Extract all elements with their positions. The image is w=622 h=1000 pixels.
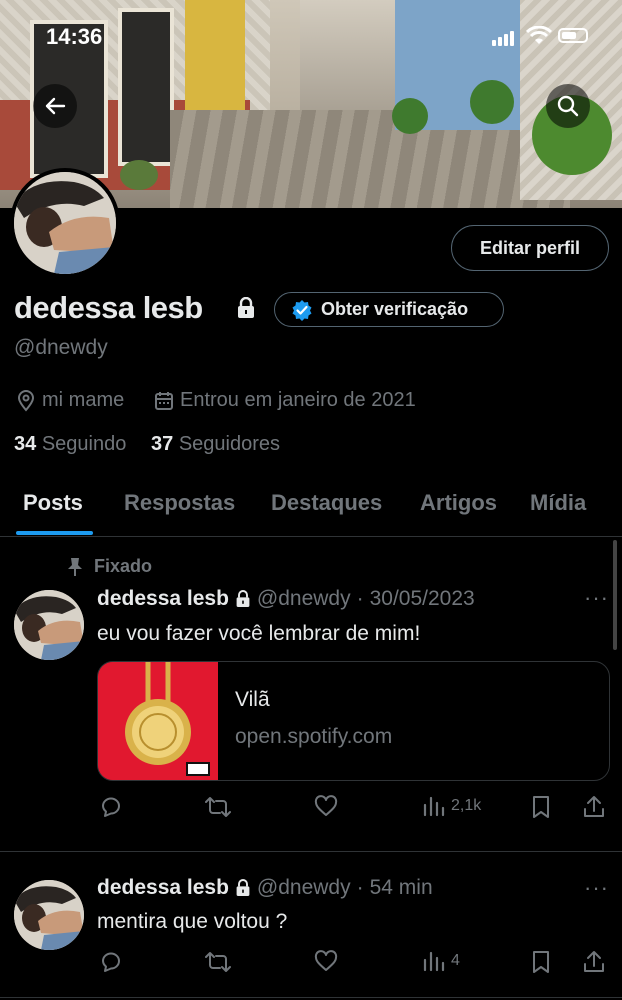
joined-text: Entrou em janeiro de 2021 xyxy=(180,389,416,411)
arrow-left-icon xyxy=(45,97,66,115)
post-separator: · xyxy=(356,876,364,899)
album-cover-image xyxy=(98,662,218,780)
wifi-icon xyxy=(526,26,552,44)
back-button[interactable] xyxy=(33,84,77,128)
tab-highlights[interactable]: Destaques xyxy=(271,490,382,516)
repost-button[interactable] xyxy=(205,950,231,974)
banner-plant xyxy=(470,80,514,124)
get-verified-button[interactable]: Obter verificação xyxy=(274,292,504,327)
post-header: dedessa lesb @dnewdy · 54 min xyxy=(97,876,433,900)
album-cover-art xyxy=(98,662,218,780)
following-label: Seguindo xyxy=(41,433,127,455)
post-handle[interactable]: @dnewdy xyxy=(257,587,351,611)
profile-avatar[interactable] xyxy=(10,168,120,278)
views-count: 2,1k xyxy=(451,797,482,814)
location-text: mi mame xyxy=(42,389,125,411)
share-icon xyxy=(584,951,604,972)
bookmark-button[interactable] xyxy=(530,795,552,819)
like-button[interactable] xyxy=(314,950,338,974)
pinned-label: Fixado xyxy=(94,556,153,576)
share-button[interactable] xyxy=(583,950,605,974)
post-header: dedessa lesb @dnewdy · 30/05/2023 xyxy=(97,587,475,611)
post-handle[interactable]: @dnewdy xyxy=(257,876,351,900)
share-button[interactable] xyxy=(583,795,605,819)
get-verified-label: Obter verificação xyxy=(321,299,469,319)
search-icon xyxy=(557,95,579,117)
status-time: 14:36 xyxy=(46,24,103,49)
profile-handle: @dnewdy xyxy=(14,336,108,359)
post-separator: · xyxy=(356,587,364,610)
post-avatar[interactable] xyxy=(14,590,84,660)
views-chart-icon xyxy=(423,951,445,972)
banner-plant xyxy=(120,160,158,190)
followers-link[interactable]: 37 Seguidores xyxy=(151,433,280,456)
avatar-photo xyxy=(14,172,116,274)
post-text: eu vou fazer você lembrar de mim! xyxy=(97,622,421,645)
post-text: mentira que voltou ? xyxy=(97,910,288,933)
post-actions: 4 xyxy=(97,950,610,980)
profile-tabs: Posts Respostas Destaques Artigos Mídia xyxy=(0,478,622,537)
avatar-photo xyxy=(14,880,84,950)
lock-icon xyxy=(236,590,250,607)
battery-icon xyxy=(558,28,588,43)
post-author[interactable]: dedessa lesb xyxy=(97,587,229,611)
bookmark-icon xyxy=(533,951,549,973)
following-count: 34 xyxy=(14,433,37,455)
pinned-indicator: Fixado xyxy=(66,556,152,577)
post-author[interactable]: dedessa lesb xyxy=(97,876,229,900)
more-options-icon[interactable]: ··· xyxy=(584,875,609,901)
pin-icon xyxy=(68,557,82,576)
repost-icon xyxy=(205,797,231,817)
heart-icon xyxy=(314,795,338,816)
post-actions: 2,1k xyxy=(97,795,610,825)
reply-button[interactable] xyxy=(99,795,123,819)
status-bar: 14:36 xyxy=(0,0,622,60)
reply-button[interactable] xyxy=(99,950,123,974)
link-card[interactable]: Vilã open.spotify.com xyxy=(97,661,610,781)
verified-badge-icon xyxy=(292,299,312,321)
post-time[interactable]: 30/05/2023 xyxy=(370,587,475,611)
tab-replies[interactable]: Respostas xyxy=(124,490,235,516)
heart-icon xyxy=(314,950,338,971)
repost-button[interactable] xyxy=(205,795,231,819)
card-title: Vilã xyxy=(235,688,270,711)
profile-joined-date: Entrou em janeiro de 2021 xyxy=(154,389,416,412)
following-link[interactable]: 34 Seguindo xyxy=(14,433,126,456)
reply-icon xyxy=(102,952,120,972)
post-avatar[interactable] xyxy=(14,880,84,950)
views-chart-icon xyxy=(423,796,445,817)
lock-icon xyxy=(238,297,254,318)
lock-icon xyxy=(236,879,250,896)
bookmark-button[interactable] xyxy=(530,950,552,974)
signal-icon xyxy=(492,28,516,46)
calendar-icon xyxy=(155,391,173,410)
reply-icon xyxy=(102,797,120,817)
post-divider xyxy=(0,997,622,998)
search-button[interactable] xyxy=(546,84,590,128)
card-domain: open.spotify.com xyxy=(235,725,393,748)
post-divider xyxy=(0,851,622,852)
profile-location: mi mame xyxy=(16,389,124,412)
banner-plant xyxy=(392,98,428,134)
views-button[interactable]: 2,1k xyxy=(423,795,481,817)
avatar-photo xyxy=(14,590,84,660)
bookmark-icon xyxy=(533,796,549,818)
scrollbar[interactable] xyxy=(613,540,617,650)
post-time[interactable]: 54 min xyxy=(370,876,433,900)
followers-label: Seguidores xyxy=(178,433,280,455)
views-count: 4 xyxy=(451,952,460,969)
active-tab-indicator xyxy=(16,531,93,535)
tab-media[interactable]: Mídia xyxy=(530,490,586,516)
edit-profile-button[interactable]: Editar perfil xyxy=(451,225,609,271)
repost-icon xyxy=(205,952,231,972)
tab-articles[interactable]: Artigos xyxy=(420,490,497,516)
followers-count: 37 xyxy=(151,433,174,455)
profile-name: dedessa lesb xyxy=(14,290,203,325)
share-icon xyxy=(584,796,604,817)
location-pin-icon xyxy=(17,389,35,412)
tab-posts[interactable]: Posts xyxy=(23,490,83,516)
views-button[interactable]: 4 xyxy=(423,950,460,972)
more-options-icon[interactable]: ··· xyxy=(584,585,609,611)
like-button[interactable] xyxy=(314,795,338,819)
